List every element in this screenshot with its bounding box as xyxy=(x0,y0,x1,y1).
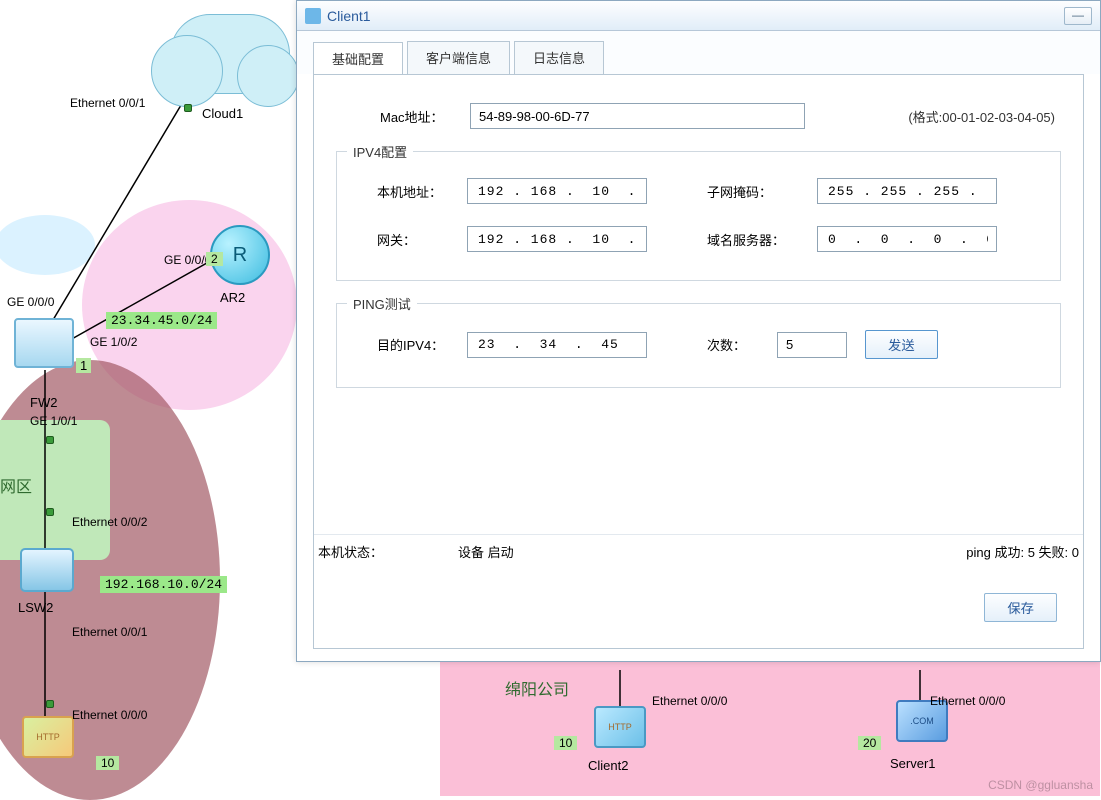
ping-dest-input[interactable] xyxy=(467,332,647,358)
tab-bar: 基础配置 客户端信息 日志信息 xyxy=(297,31,1100,74)
client2-label: Client2 xyxy=(588,758,628,773)
status-bar: 本机状态： 设备 启动 ping 成功: 5 失败: 0 xyxy=(314,534,1083,568)
port-eth001-low: Ethernet 0/0/1 xyxy=(72,625,147,639)
num-tag-20: 20 xyxy=(858,736,881,750)
dns-label: 域名服务器： xyxy=(707,230,817,249)
num-tag-10a: 10 xyxy=(96,756,119,770)
tab-basic[interactable]: 基础配置 xyxy=(313,42,403,75)
router-label: AR2 xyxy=(220,290,245,305)
subnet-tag-2: 192.168.10.0/24 xyxy=(100,576,227,593)
tab-client-info[interactable]: 客户端信息 xyxy=(407,41,510,74)
port-eth000-c2: Ethernet 0/0/0 xyxy=(652,694,727,708)
ipv4-legend: IPV4配置 xyxy=(347,142,413,161)
switch-icon[interactable] xyxy=(20,548,74,592)
firewall-label: FW2 xyxy=(30,395,57,410)
dns-input[interactable] xyxy=(817,226,997,252)
port-ge000-r: GE 0/0/0 xyxy=(164,253,211,267)
link-dot xyxy=(46,508,54,516)
link-dot xyxy=(46,436,54,444)
ping-count-label: 次数： xyxy=(707,335,777,354)
zone-blue xyxy=(0,215,95,275)
ping-count-input[interactable] xyxy=(777,332,847,358)
titlebar[interactable]: Client1 — xyxy=(297,1,1100,31)
mask-input[interactable] xyxy=(817,178,997,204)
mianyang-label: 绵阳公司 xyxy=(505,676,569,700)
num-tag-10b: 10 xyxy=(554,736,577,750)
port-eth001-top: Ethernet 0/0/1 xyxy=(70,96,145,110)
zone-label: 网区 xyxy=(0,473,32,497)
port-ge000-a: GE 0/0/0 xyxy=(7,295,54,309)
firewall-icon[interactable] xyxy=(14,318,74,368)
client-config-window: Client1 — 基础配置 客户端信息 日志信息 Mac地址： (格式:00-… xyxy=(296,0,1101,662)
status-ping-result: ping 成功: 5 失败: 0 xyxy=(966,542,1079,561)
server1-label: Server1 xyxy=(890,756,936,771)
ping-legend: PING测试 xyxy=(347,294,417,313)
status-device: 设备 启动 xyxy=(458,542,514,561)
gateway-input[interactable] xyxy=(467,226,647,252)
watermark: CSDN @ggluansha xyxy=(988,778,1093,792)
mac-label: Mac地址： xyxy=(360,107,470,126)
minimize-button[interactable]: — xyxy=(1064,7,1092,25)
client2-icon[interactable]: HTTP xyxy=(594,706,646,748)
http-host-icon[interactable]: HTTP xyxy=(22,716,74,758)
port-ge102: GE 1/0/2 xyxy=(90,335,137,349)
port-ge101: GE 1/0/1 xyxy=(30,414,77,428)
local-ip-label: 本机地址： xyxy=(357,182,467,201)
port-eth002: Ethernet 0/0/2 xyxy=(72,515,147,529)
tab-log-info[interactable]: 日志信息 xyxy=(514,41,604,74)
ping-send-button[interactable]: 发送 xyxy=(865,330,938,359)
ping-fieldset: PING测试 目的IPV4： 次数： 发送 xyxy=(336,303,1061,388)
subnet-tag-1: 23.34.45.0/24 xyxy=(106,312,217,329)
window-title: Client1 xyxy=(327,8,371,24)
ping-dest-label: 目的IPV4： xyxy=(357,335,467,354)
port-eth000-low: Ethernet 0/0/0 xyxy=(72,708,147,722)
ipv4-fieldset: IPV4配置 本机地址： 子网掩码： 网关： 域名服务器： xyxy=(336,151,1061,281)
status-local-label: 本机状态： xyxy=(318,542,458,561)
switch-label: LSW2 xyxy=(18,600,53,615)
app-icon xyxy=(305,8,321,24)
save-button[interactable]: 保存 xyxy=(984,593,1057,622)
gateway-label: 网关： xyxy=(357,230,467,249)
link-dot xyxy=(46,700,54,708)
mask-label: 子网掩码： xyxy=(707,182,817,201)
fw2-number-tag: 1 xyxy=(76,358,91,373)
mac-input[interactable] xyxy=(470,103,805,129)
local-ip-input[interactable] xyxy=(467,178,647,204)
cloud-icon[interactable] xyxy=(170,14,290,94)
tab-panel-basic: Mac地址： (格式:00-01-02-03-04-05) IPV4配置 本机地… xyxy=(313,74,1084,649)
cloud-label: Cloud1 xyxy=(202,106,243,121)
link-dot xyxy=(184,104,192,112)
num-tag-2: 2 xyxy=(206,252,223,266)
mac-hint: (格式:00-01-02-03-04-05) xyxy=(908,107,1055,126)
port-eth000-s1: Ethernet 0/0/0 xyxy=(930,694,1005,708)
